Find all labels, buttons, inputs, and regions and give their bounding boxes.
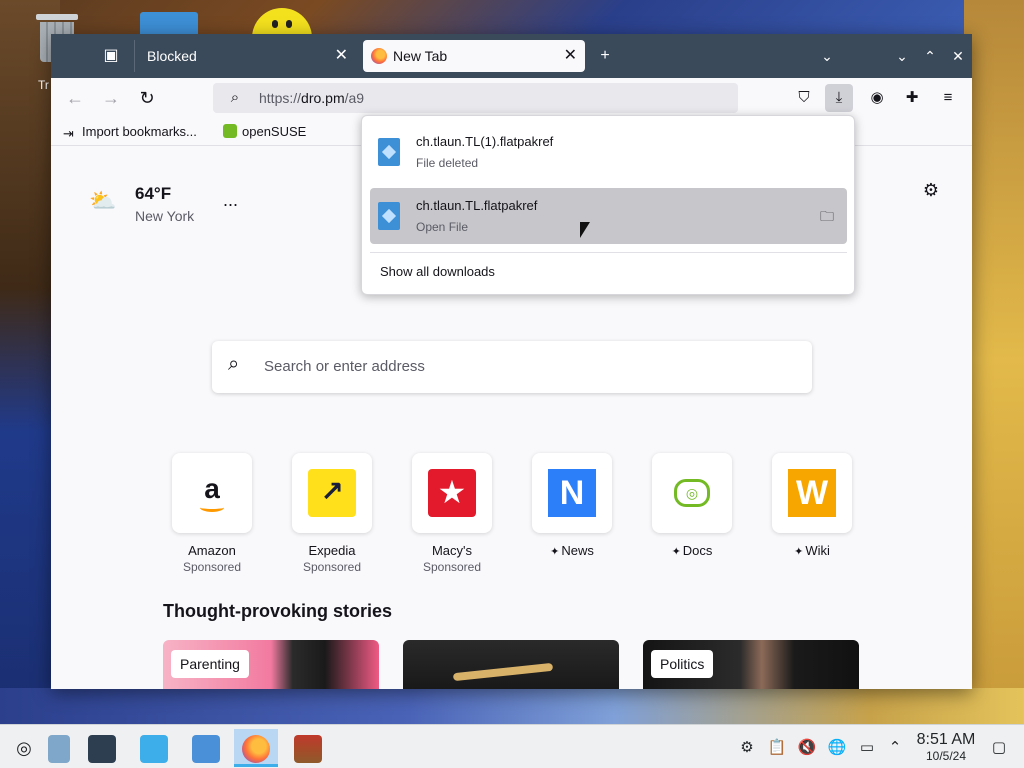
display-icon[interactable]: ▭: [856, 737, 878, 759]
bookmark-import[interactable]: ⇥ Import bookmarks...: [63, 122, 197, 142]
firefox-taskbar-icon[interactable]: [234, 729, 278, 767]
url-text: https://dro.pm/a9: [259, 90, 365, 106]
top-sites: a Amazon Sponsored ↗ Expedia Sponsored ★…: [171, 453, 871, 583]
top-site-news[interactable]: N ✦ News: [531, 453, 613, 558]
discover-app-icon[interactable]: [132, 729, 176, 767]
network-icon[interactable]: 🌐: [826, 737, 848, 759]
minimize-icon[interactable]: ⌄: [888, 42, 916, 70]
story-tag: Politics: [651, 650, 714, 678]
show-all-downloads-button[interactable]: Show all downloads: [380, 264, 495, 279]
download-filename: ch.tlaun.TL(1).flatpakref: [416, 134, 554, 149]
pager-icon[interactable]: [42, 729, 76, 767]
pin-icon: ✦: [550, 546, 560, 558]
docs-logo-icon: ◎: [668, 469, 716, 517]
settings-app-icon[interactable]: [80, 729, 124, 767]
close-tab-icon[interactable]: ✕: [335, 40, 348, 72]
menu-icon[interactable]: ≡: [934, 84, 962, 112]
search-icon: ⌕: [228, 353, 240, 375]
top-site-macys[interactable]: ★ Macy's Sponsored: [411, 453, 493, 574]
top-site-amazon[interactable]: a Amazon Sponsored: [171, 453, 253, 574]
clock-time: 8:51 AM: [916, 731, 976, 748]
tab-label: Blocked: [147, 48, 197, 64]
top-site-wiki[interactable]: W ✦ Wiki: [771, 453, 853, 558]
downloads-icon[interactable]: ⤓: [825, 84, 853, 112]
weather-temp: 64°F: [135, 184, 172, 203]
application-launcher-icon[interactable]: ◎: [2, 729, 46, 767]
weather-city: New York: [135, 208, 195, 224]
tab-new-tab[interactable]: New Tab ✕: [363, 40, 585, 72]
amazon-logo-icon: a: [188, 469, 236, 517]
desktop-wallpaper-right: [964, 0, 1024, 720]
story-card[interactable]: Parenting: [163, 640, 379, 689]
account-icon[interactable]: ◉: [863, 84, 891, 112]
close-window-icon[interactable]: ✕: [944, 42, 972, 70]
search-input[interactable]: ⌕ Search or enter address: [212, 341, 812, 393]
top-site-docs[interactable]: ◎ ✦ Docs: [651, 453, 733, 558]
expedia-logo-icon: ↗: [308, 469, 356, 517]
partly-cloudy-icon: ⛅: [89, 188, 117, 213]
close-tab-icon[interactable]: ✕: [564, 40, 577, 72]
trash-label: Tr: [38, 78, 49, 92]
tab-label: New Tab: [393, 48, 448, 64]
downloads-panel: ch.tlaun.TL(1).flatpakref File deleted c…: [361, 115, 855, 295]
search-icon: ⌕: [230, 89, 240, 106]
bookmark-opensuse[interactable]: openSUSE: [223, 122, 306, 142]
open-folder-icon[interactable]: 🗀: [817, 206, 837, 226]
download-status: File deleted: [416, 156, 479, 170]
stories-heading: Thought-provoking stories: [163, 601, 392, 621]
story-card[interactable]: Politics: [643, 640, 859, 689]
pocket-icon[interactable]: ⛉: [790, 84, 818, 112]
story-card[interactable]: [403, 640, 619, 689]
desktop-wallpaper-bottom: [0, 688, 1024, 724]
pin-icon: ✦: [671, 546, 681, 558]
navigation-toolbar: ← → ↻ ⌕ https://dro.pm/a9 ⛉ ⤓ ◉ ✚ ≡: [51, 78, 972, 118]
firefox-favicon-icon: [371, 48, 387, 64]
tab-blocked[interactable]: Blocked ✕: [134, 40, 356, 72]
download-item[interactable]: ch.tlaun.TL.flatpakref Open File 🗀: [370, 188, 847, 244]
forward-icon[interactable]: →: [97, 84, 125, 112]
taskbar: ◎ ⚙ 📋 🔇 🌐 ▭ ⌃ 8:51 AM 10/5/24 ▢: [0, 724, 1024, 768]
download-item[interactable]: ch.tlaun.TL(1).flatpakref File deleted: [370, 124, 847, 180]
top-site-expedia[interactable]: ↗ Expedia Sponsored: [291, 453, 373, 574]
show-desktop-icon[interactable]: ▢: [988, 737, 1010, 759]
weather-more-icon[interactable]: ...: [223, 190, 238, 211]
clock-date: 10/5/24: [925, 749, 967, 763]
url-bar[interactable]: ⌕ https://dro.pm/a9: [213, 83, 738, 113]
tray-expand-icon[interactable]: ⌃: [884, 737, 906, 759]
download-status: Open File: [416, 220, 469, 234]
new-tab-button[interactable]: +: [591, 42, 619, 70]
firefox-view-icon[interactable]: ▣: [97, 42, 125, 70]
reload-icon[interactable]: ↻: [133, 84, 161, 112]
flatpak-file-icon: [378, 138, 400, 166]
image-viewer-icon[interactable]: [286, 729, 330, 767]
news-logo-icon: N: [548, 469, 596, 517]
clock[interactable]: 8:51 AM 10/5/24: [913, 731, 979, 763]
file-manager-icon[interactable]: [184, 729, 228, 767]
volume-muted-icon[interactable]: 🔇: [796, 737, 818, 759]
import-icon: ⇥: [63, 126, 74, 141]
maximize-icon[interactable]: ⌃: [916, 42, 944, 70]
search-placeholder: Search or enter address: [264, 358, 425, 375]
wiki-logo-icon: W: [788, 469, 836, 517]
flatpak-file-icon: [378, 202, 400, 230]
download-filename: ch.tlaun.TL.flatpakref: [416, 198, 538, 213]
back-icon[interactable]: ←: [61, 84, 89, 112]
clipboard-icon[interactable]: 📋: [766, 737, 788, 759]
pin-icon: ✦: [794, 546, 804, 558]
list-tabs-icon[interactable]: ⌄: [813, 42, 841, 70]
extensions-icon[interactable]: ✚: [898, 84, 926, 112]
divider: [370, 252, 847, 253]
mouse-cursor-icon: [580, 222, 592, 240]
story-tag: Parenting: [171, 650, 249, 678]
macys-logo-icon: ★: [428, 469, 476, 517]
tab-bar: ▣ Blocked ✕ New Tab ✕ + ⌄ ⌄ ⌃ ✕: [51, 34, 972, 78]
kde-connect-icon[interactable]: ⚙: [736, 737, 758, 759]
opensuse-icon: [223, 124, 237, 138]
gear-icon[interactable]: ⚙: [917, 176, 945, 204]
